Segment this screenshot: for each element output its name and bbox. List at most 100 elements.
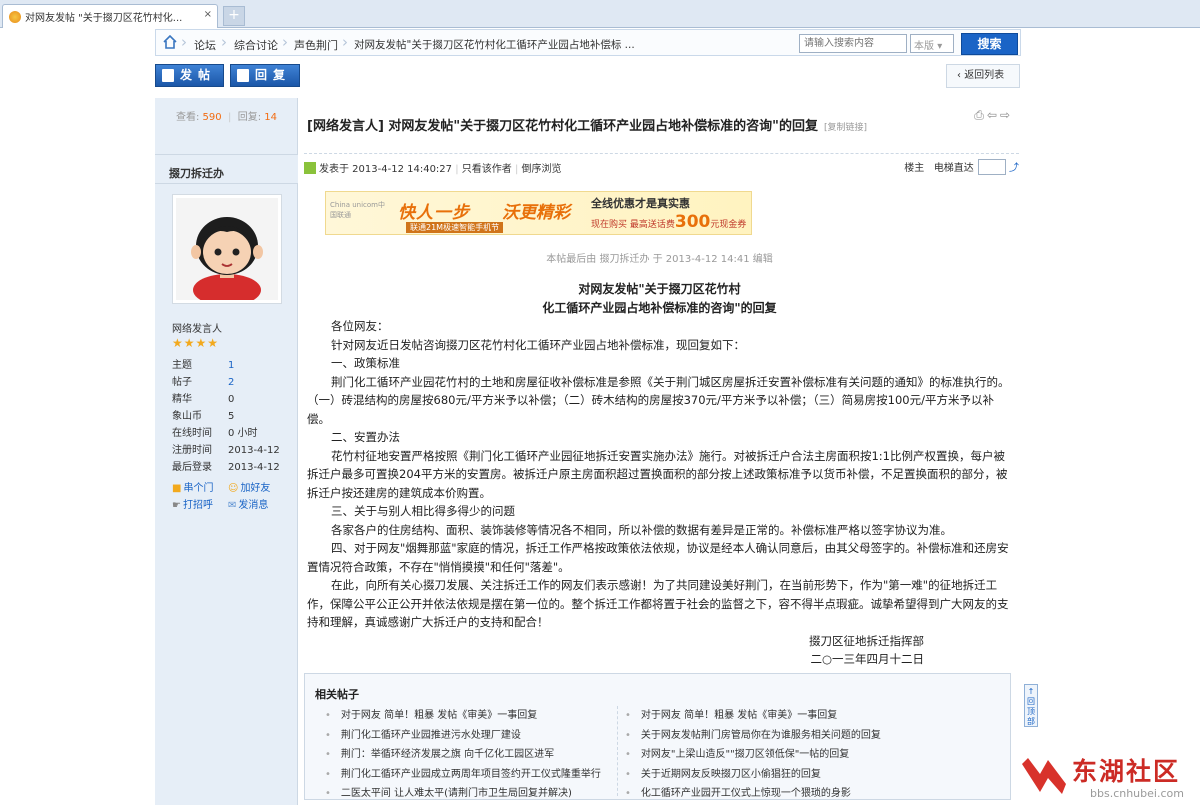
home-icon: ■	[172, 483, 182, 494]
related-link[interactable]: 对于网友 简单！粗暴 发帖《审美》一事回复	[625, 706, 881, 726]
greet-label: 打招呼	[182, 500, 213, 511]
search-scope-value: 本版	[914, 41, 934, 52]
prev-thread-icon[interactable]: ⇦	[987, 108, 1000, 122]
new-post-button[interactable]: 发帖	[155, 64, 224, 87]
forum-page: › 论坛 › 综合讨论 › 声色荆门 › 对网友发帖"关于掇刀区花竹村化工循环产…	[155, 28, 1021, 805]
replies-count: 14	[264, 112, 278, 123]
info-key: 精华	[172, 394, 192, 405]
related-link[interactable]: 关于近期网友反映掇刀区小偷猖狂的回复	[625, 765, 881, 785]
avatar[interactable]	[172, 194, 282, 306]
thread-stats: 查看: 590 | 回复: 14	[175, 112, 278, 123]
related-divider	[617, 706, 618, 796]
info-row-last-login: 最后登录 2013-4-12	[172, 459, 280, 476]
new-post-label: 发帖	[180, 68, 217, 82]
brand-url: bbs.cnhubei.com	[1090, 787, 1184, 800]
search-button[interactable]: 搜索	[961, 33, 1018, 55]
related-link[interactable]: 荆门化工循环产业园成立两周年项目签约开工仪式隆重举行	[325, 765, 601, 785]
browser-tab[interactable]: 对网友发帖 "关于掇刀区花竹村化... ×	[2, 4, 218, 28]
greet-icon: ☛	[172, 500, 181, 511]
related-link[interactable]: 二医太平间 让人难太平(请荆门市卫生局回复并解决)	[325, 784, 601, 804]
ad-slogan-1: 快人一步	[398, 203, 470, 223]
post-heading-1: 对网友发帖"关于掇刀区花竹村	[578, 282, 741, 296]
send-message-button[interactable]: ✉ 发消息	[228, 497, 284, 514]
next-thread-icon[interactable]: ⇨	[1000, 108, 1013, 122]
info-row-coins: 象山币 5	[172, 408, 280, 425]
author-sidebar: 查看: 590 | 回复: 14 掇刀拆迁办 网络发言人 ★★★★ 主题 1 帖…	[155, 98, 298, 805]
related-link[interactable]: 化工循环产业园开工仪式上惊现一个猥琐的身影	[625, 784, 881, 804]
reverse-order-link[interactable]: 倒序浏览	[522, 164, 562, 175]
only-author-link[interactable]: 只看该作者	[462, 164, 512, 175]
ad-price: 现在购买 最高送话费300元现金券	[591, 212, 746, 232]
site-watermark: 东湖社区 bbs.cnhubei.com	[1016, 752, 1200, 805]
breadcrumb-general[interactable]: 综合讨论	[234, 37, 278, 53]
views-count: 590	[202, 112, 222, 123]
floor-label: 楼主	[904, 163, 925, 174]
post-paragraph: 在此，向所有关心掇刀发展、关注拆迁工作的网友们表示感谢！为了共同建设美好荆门，在…	[307, 578, 1009, 629]
browser-tab-bar: 对网友发帖 "关于掇刀区花竹村化... × +	[0, 0, 1200, 28]
author-name[interactable]: 掇刀拆迁办	[169, 165, 224, 181]
visit-label: 串个门	[183, 483, 214, 494]
greet-button[interactable]: ☛ 打招呼	[172, 497, 228, 514]
arrow-up-icon: ↑	[1027, 687, 1035, 696]
post-paragraph: 二、安置办法	[331, 430, 400, 444]
search-input[interactable]	[799, 34, 907, 53]
info-key: 在线时间	[172, 428, 212, 439]
breadcrumb-separator: ›	[342, 33, 348, 51]
back-to-list-button[interactable]: ‹ 返回列表	[946, 64, 1020, 88]
post-meta: 发表于 2013-4-12 14:40:27 | 只看该作者 | 倒序浏览 楼主…	[304, 153, 1019, 177]
author-info: 主题 1 帖子 2 精华 0 象山币 5 在线时间 0 小时 注册时间 2013-4-12 …	[172, 357, 280, 476]
post-signature: 掇刀区征地拆迁指挥部	[809, 633, 924, 648]
breadcrumb-forum[interactable]: 论坛	[194, 37, 216, 53]
floor-jump-input[interactable]	[977, 159, 1006, 175]
close-tab-icon[interactable]: ×	[204, 9, 212, 20]
post-tools: ⎙⇦⇨	[974, 108, 1013, 123]
related-threads: 相关帖子 对于网友 简单！粗暴 发帖《审美》一事回复 荆门化工循环产业园推进污水…	[304, 673, 1011, 800]
new-tab-button[interactable]: +	[223, 6, 245, 26]
post-main: [网络发言人] 对网友发帖"关于掇刀区花竹村化工循环产业园占地补偿标准的咨询"的…	[298, 98, 1021, 805]
related-link[interactable]: 对于网友 简单！粗暴 发帖《审美》一事回复	[325, 706, 601, 726]
ad-slogan-2: 沃更精彩	[502, 203, 570, 223]
copy-link-button[interactable]: [复制链接]	[824, 123, 867, 133]
info-row-posts: 帖子 2	[172, 374, 280, 391]
home-icon[interactable]	[163, 35, 177, 49]
print-icon[interactable]: ⎙	[974, 108, 987, 122]
online-status-icon	[304, 162, 316, 174]
post-paragraph: 针对网友近日发帖咨询掇刀区花竹村化工循环产业园占地补偿标准，现回复如下：	[331, 337, 745, 352]
related-link[interactable]: 荆门：举循环经济发展之旗 向千亿化工园区进军	[325, 745, 601, 765]
breadcrumb-board[interactable]: 声色荆门	[294, 37, 338, 53]
back-to-top-label: 回顶部	[1027, 697, 1035, 726]
related-title: 相关帖子	[315, 688, 359, 701]
search-scope-select[interactable]: 本版 ▾	[910, 34, 954, 53]
advertisement-banner[interactable]: China unicom中国联通 快人一步 沃更精彩 全线优惠才是真实惠 现在购…	[325, 191, 752, 235]
reply-label: 回复	[255, 68, 292, 82]
reply-button[interactable]: 回复	[230, 64, 300, 87]
back-to-top-button[interactable]: ↑ 回顶部	[1024, 684, 1038, 727]
breadcrumb-separator: ›	[181, 33, 187, 51]
visit-button[interactable]: ■ 串个门	[172, 480, 228, 497]
post-heading-2: 化工循环产业园占地补偿标准的咨询"的回复	[542, 300, 777, 315]
ad-promo: 全线优惠才是真实惠	[591, 197, 690, 210]
replies-label: 回复:	[237, 112, 262, 123]
add-friend-button[interactable]: ☺ 加好友	[228, 480, 284, 497]
post-time: 发表于 2013-4-12 14:40:27	[319, 164, 453, 175]
info-row-registered: 注册时间 2013-4-12	[172, 442, 280, 459]
views-label: 查看:	[175, 112, 200, 123]
info-value[interactable]: 1	[228, 360, 234, 371]
thread-title-text: [网络发言人] 对网友发帖"关于掇刀区花竹村化工循环产业园占地补偿标准的咨询"的…	[307, 119, 818, 134]
breadcrumb: › 论坛 › 综合讨论 › 声色荆门 › 对网友发帖"关于掇刀区花竹村化工循环产…	[155, 29, 1021, 56]
jump-go-icon[interactable]: ⤴	[1009, 163, 1019, 174]
chevron-down-icon: ▾	[937, 41, 943, 52]
info-row-topics: 主题 1	[172, 357, 280, 374]
jump-label: 电梯直达	[933, 163, 974, 174]
ad-price-value: 300	[674, 212, 711, 232]
related-link[interactable]: 荆门化工循环产业园推进污水处理厂建设	[325, 726, 601, 746]
post-paragraph: 各家各户的住房结构、面积、装饰装修等情况各不相同，所以补偿的数据有差异是正常的。…	[331, 522, 952, 537]
related-list-right: 对于网友 简单！粗暴 发帖《审美》一事回复 关于网友发帖荆门房管局你在为谁服务相…	[625, 706, 881, 804]
info-value[interactable]: 2	[228, 377, 234, 388]
info-key: 注册时间	[172, 445, 212, 456]
info-key: 最后登录	[172, 462, 212, 473]
related-link[interactable]: 对网友"上梁山造反""掇刀区领低保"一帖的回复	[625, 745, 881, 765]
info-value: 2013-4-12	[228, 462, 280, 473]
author-actions: ■ 串个门 ☺ 加好友 ☛ 打招呼 ✉ 发消息	[172, 480, 292, 514]
related-link[interactable]: 关于网友发帖荆门房管局你在为谁服务相关问题的回复	[625, 726, 881, 746]
